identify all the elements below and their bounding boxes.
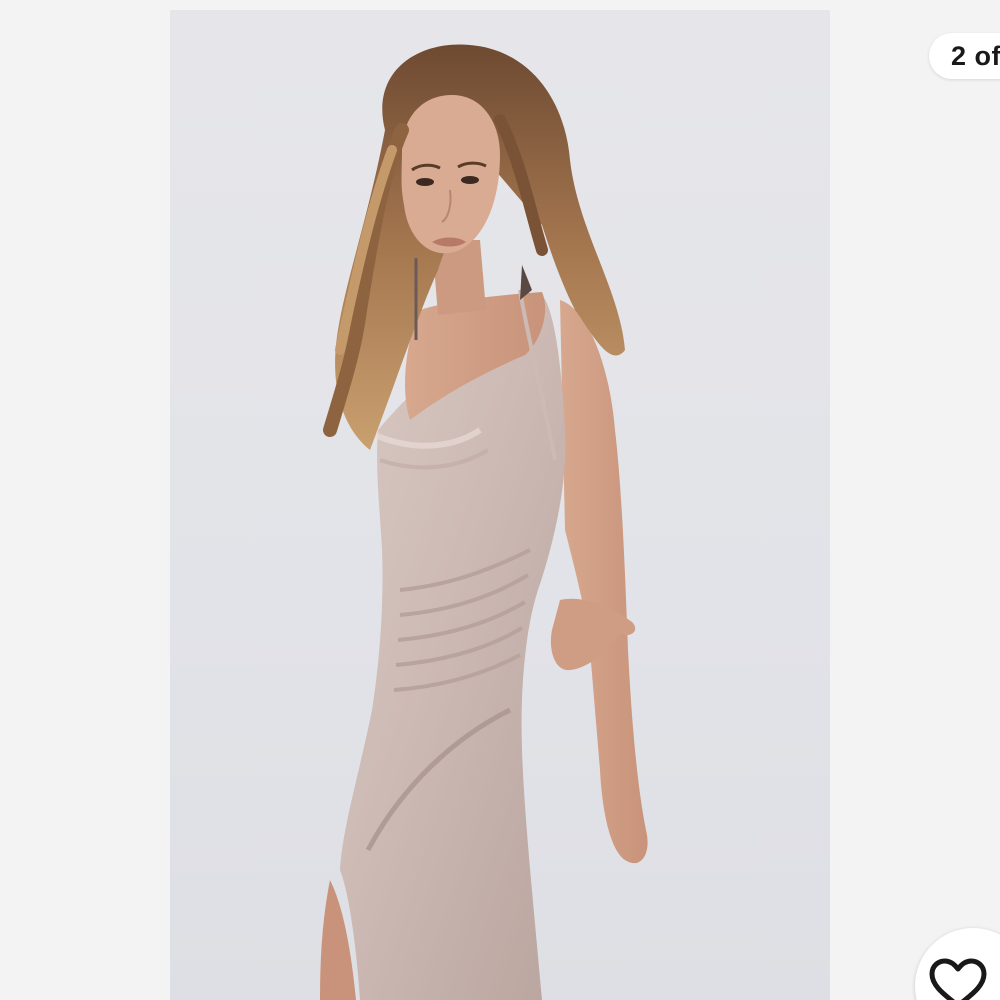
model-in-dress-illustration [320, 44, 648, 1000]
heart-outline-icon [929, 958, 987, 1000]
product-photo[interactable] [170, 10, 830, 1000]
favorite-button[interactable] [915, 928, 1000, 1000]
image-counter-label: 2 of [951, 40, 1000, 71]
image-counter-badge: 2 of [929, 33, 1000, 79]
image-viewer: 2 of [0, 0, 1000, 1000]
